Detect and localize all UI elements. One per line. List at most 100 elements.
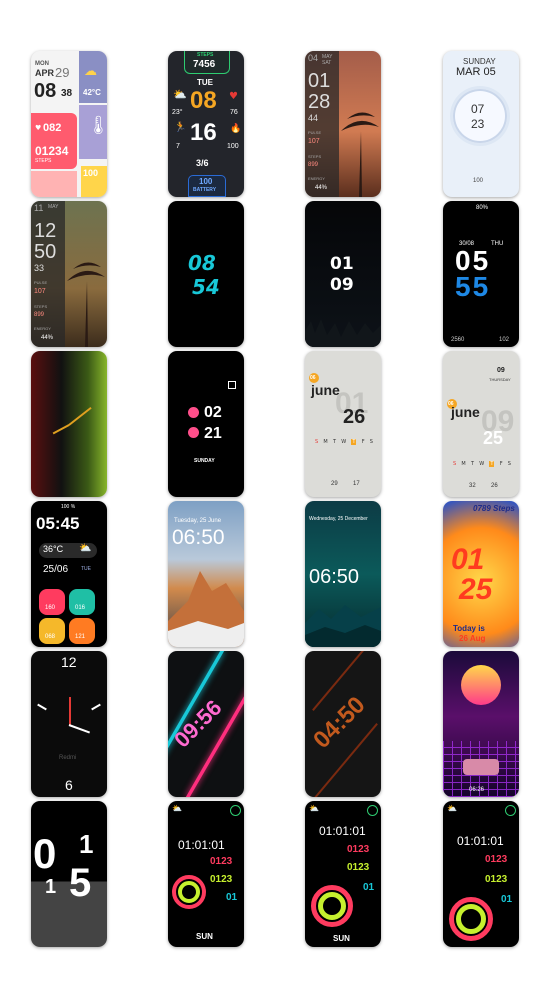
- battery-value: 80%: [476, 205, 489, 211]
- minute: 23: [471, 117, 485, 131]
- kcal-tile: [39, 618, 65, 644]
- day: 26: [343, 406, 366, 428]
- sun: [461, 665, 501, 705]
- watch-face-1[interactable]: MON APR 29 08 38 ☁ 42°C 🌡 ♥ 082 01234 ST…: [31, 51, 107, 197]
- pulse-label: PULSE: [34, 280, 48, 285]
- feet-tile: [31, 171, 77, 197]
- hour: 01: [330, 254, 354, 274]
- line-3: 01: [363, 882, 375, 893]
- figure-icon: 🏃: [174, 122, 187, 133]
- heart-value: 160: [45, 605, 56, 611]
- seconds: 33: [34, 263, 45, 273]
- watch-face-20[interactable]: 06:26: [443, 651, 519, 797]
- watch-face-4[interactable]: SUNDAY MAR 05 07 23 100: [443, 51, 519, 197]
- watch-face-3[interactable]: 04 MAY SAT 01 28 44 PULSE 107 STEPS 899 …: [305, 51, 381, 197]
- minute: 09: [330, 275, 354, 295]
- watch-face-2[interactable]: STEPS 7456 TUE ⛅ 08 ♥ 23° 76 🏃 16 🔥 7 10…: [168, 51, 244, 197]
- weekday-m: M: [323, 439, 328, 445]
- energy-value: 44%: [315, 185, 328, 191]
- weather-icon: ☁: [84, 64, 97, 79]
- hour: 08: [190, 87, 217, 114]
- heart-tile: [39, 589, 65, 615]
- minute: 54: [192, 275, 220, 299]
- hour: 07: [471, 102, 485, 116]
- energy-value: 44%: [41, 335, 54, 341]
- watch-face-24[interactable]: ⛅ 01:01:01 0123 0123 01: [443, 801, 519, 947]
- battery-value: 100: [199, 177, 213, 186]
- line-1: 0123: [347, 844, 370, 855]
- hour: 08: [34, 80, 57, 102]
- weekday: MON: [35, 61, 49, 67]
- weekday: SUN: [196, 932, 213, 941]
- steps-value: 016: [75, 605, 86, 611]
- minute: 55: [455, 271, 491, 302]
- watch-face-15[interactable]: Wednesday, 25 December 06:50: [305, 501, 381, 647]
- hour: 12: [34, 220, 57, 242]
- energy-label: ENERGY: [34, 326, 51, 331]
- steps-value: 2560: [451, 337, 465, 343]
- hour: 02: [204, 404, 222, 421]
- temperature: 32: [469, 483, 476, 489]
- steps-tile: [69, 589, 95, 615]
- heart-value: 102: [499, 337, 510, 343]
- weekday: SAT: [322, 60, 332, 66]
- numeral-12: 12: [61, 654, 77, 670]
- steps-value: 899: [308, 162, 319, 168]
- watch-face-11[interactable]: 06 june 01 26 SMTWTFS 29 17: [305, 351, 381, 497]
- steps-value: 7456: [193, 59, 216, 70]
- watch-face-21[interactable]: 0 1 1 5: [31, 801, 107, 947]
- tree-illustration: [67, 262, 105, 347]
- hour: 01: [308, 70, 331, 92]
- mini-weekday: THURSDAY: [489, 377, 511, 382]
- watch-face-6[interactable]: 08 54: [168, 201, 244, 347]
- forest-silhouette: [305, 319, 381, 347]
- weekday-f: F: [499, 461, 503, 467]
- watch-face-12[interactable]: 09 THURSDAY 06 june 09 25 SMTWTFS 32 26: [443, 351, 519, 497]
- watch-face-5[interactable]: 11 MAY 12 50 33 PULSE 107 STEPS 899 ENER…: [31, 201, 107, 347]
- minute-digit-1: 1: [45, 876, 57, 898]
- weekday: THU: [491, 241, 504, 247]
- hour-marker-left: [37, 703, 47, 711]
- minute: 28: [308, 91, 331, 113]
- pulse-value: 107: [308, 138, 320, 145]
- time: 06:50: [309, 566, 360, 588]
- weather-icon: ⛅: [447, 804, 457, 813]
- watch-face-22[interactable]: ⛅ 01:01:01 0123 0123 01 SUN: [168, 801, 244, 947]
- watch-face-14[interactable]: Tuesday, 25 June 06:50: [168, 501, 244, 647]
- temperature: 42°C: [83, 88, 101, 97]
- hour-hand: [52, 424, 70, 435]
- hour-marker-right: [91, 703, 101, 711]
- date: MAR 05: [456, 66, 496, 78]
- weekday-t2: T: [489, 461, 495, 467]
- watch-face-23[interactable]: ⛅ 01:01:01 0123 0123 01 SUN: [305, 801, 381, 947]
- watch-face-9[interactable]: [31, 351, 107, 497]
- minute: 50: [34, 241, 57, 263]
- fire-icon: 🔥: [230, 124, 242, 134]
- watch-face-18[interactable]: 09:56: [168, 651, 244, 797]
- activity-ring-inner: [178, 881, 200, 903]
- fire-value: 121: [75, 634, 86, 640]
- watch-face-7[interactable]: 01 09: [305, 201, 381, 347]
- dial-ring: [453, 89, 507, 143]
- day: 25: [483, 428, 504, 448]
- watch-face-8[interactable]: 80% 30/08 THU 05 55 2560 102: [443, 201, 519, 347]
- watch-face-19[interactable]: 04:50: [305, 651, 381, 797]
- weekday: TUE: [81, 566, 91, 572]
- seconds: 44: [308, 113, 319, 123]
- month-name: june: [451, 404, 480, 420]
- steps-label: STEPS: [35, 158, 52, 164]
- brand-logo: Redmi: [59, 755, 77, 761]
- weekday: SUNDAY: [463, 57, 496, 66]
- watch-face-13[interactable]: 100 % 05:45 36°C ⛅ 25/06 TUE 160 016 068…: [31, 501, 107, 647]
- time: 01:01:01: [319, 824, 366, 838]
- weather-icon: ⛅: [79, 543, 92, 554]
- watch-face-10[interactable]: 02 21 SUNDAY: [168, 351, 244, 497]
- time: 01:01:01: [457, 834, 504, 848]
- watch-face-17[interactable]: 12 6 Redmi: [31, 651, 107, 797]
- steps-label: STEPS: [308, 154, 322, 159]
- weekday-w: W: [341, 439, 347, 445]
- weather-icon: ⛅: [172, 804, 182, 813]
- line-3: 01: [501, 894, 513, 905]
- weekday: SUNDAY: [194, 458, 215, 464]
- watch-face-16[interactable]: 0789 Steps 01 25 Today is 26 Aug: [443, 501, 519, 647]
